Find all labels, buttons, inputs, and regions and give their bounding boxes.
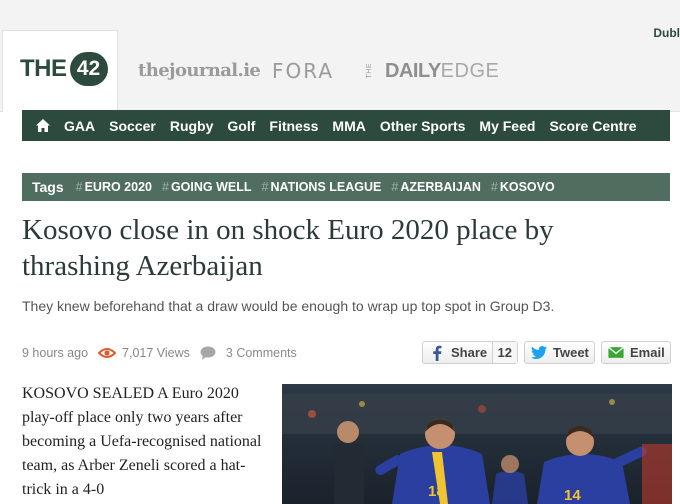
tags-bar: Tags # EURO 2020 # GOING WELL # NATIONS LEA… (22, 173, 670, 201)
tag-link[interactable]: # AZERBAIJAN (391, 180, 481, 194)
article-photo[interactable]: 18 14 (282, 384, 672, 504)
twitter-share-label: Tweet (553, 345, 589, 360)
tag-label: AZERBAIJAN (400, 180, 481, 194)
article-body-lead: KOSOVO SEALED A Euro 2020 play-off place… (22, 385, 262, 498)
main-nav: GAA Soccer Rugby Golf Fitness MMA Other … (22, 110, 670, 141)
jersey-number-14: 14 (564, 487, 581, 504)
region-selector[interactable]: Dubl (653, 26, 680, 40)
email-share-label: Email (630, 345, 665, 360)
facebook-share-count: 12 (491, 342, 517, 363)
twitter-icon (531, 345, 547, 361)
comment-bubble-icon (200, 346, 216, 360)
tag-link[interactable]: # EURO 2020 (76, 180, 152, 194)
nav-item-fitness[interactable]: Fitness (269, 118, 318, 134)
network-link-thejournal[interactable]: thejournal.ie (138, 58, 261, 84)
nav-item-score-centre[interactable]: Score Centre (549, 118, 636, 134)
tag-link[interactable]: # GOING WELL (162, 180, 252, 194)
view-count: 7,017 Views (122, 346, 190, 360)
nav-item-golf[interactable]: Golf (227, 118, 255, 134)
twitter-share-button[interactable]: Tweet (524, 341, 595, 364)
article-headline: Kosovo close in on shock Euro 2020 place… (22, 214, 554, 282)
hash-icon: # (261, 180, 269, 194)
dailyedge-daily: DAILY (385, 60, 441, 82)
network-link-dailyedge[interactable]: THE DAILY EDGE (357, 58, 499, 84)
tag-label: NATIONS LEAGUE (270, 180, 382, 194)
nav-item-rugby[interactable]: Rugby (170, 118, 214, 134)
comments-link[interactable]: 3 Comments (226, 346, 297, 360)
tag-label: KOSOVO (499, 180, 555, 194)
hash-icon: # (162, 180, 169, 194)
logo-prefix: THE (20, 55, 67, 82)
nav-item-mma[interactable]: MMA (332, 118, 365, 134)
nav-item-other-sports[interactable]: Other Sports (380, 118, 466, 134)
top-bar: THE 42 thejournal.ie FORA THE DAILY EDGE… (0, 0, 680, 112)
tag-label: EURO 2020 (84, 180, 152, 194)
jersey-number-18: 18 (428, 483, 445, 500)
hash-icon: # (490, 180, 498, 194)
logo-number: 42 (69, 52, 108, 86)
hash-icon: # (391, 180, 399, 194)
nav-item-gaa[interactable]: GAA (64, 118, 95, 134)
nav-item-soccer[interactable]: Soccer (109, 118, 156, 134)
home-icon[interactable] (36, 119, 50, 133)
network-link-fora[interactable]: FORA (272, 58, 334, 84)
published-time: 9 hours ago (22, 346, 89, 360)
nav-item-my-feed[interactable]: My Feed (479, 118, 535, 134)
dailyedge-the: THE (366, 63, 373, 79)
tags-title: Tags (32, 179, 64, 195)
facebook-icon (429, 345, 445, 361)
tag-link[interactable]: # KOSOVO (491, 180, 555, 194)
envelope-icon (608, 345, 624, 361)
tag-label: GOING WELL (170, 180, 252, 194)
hash-icon: # (75, 180, 83, 194)
facebook-share-button[interactable]: Share 12 (422, 341, 518, 364)
eye-icon (97, 347, 117, 359)
article-standfirst: They knew beforehand that a draw would b… (22, 298, 555, 314)
dailyedge-edge: EDGE (440, 60, 500, 82)
tag-link[interactable]: # NATIONS LEAGUE (262, 180, 382, 194)
site-logo[interactable]: THE 42 (20, 52, 108, 86)
email-share-button[interactable]: Email (601, 341, 671, 364)
facebook-share-label: Share (451, 345, 488, 360)
